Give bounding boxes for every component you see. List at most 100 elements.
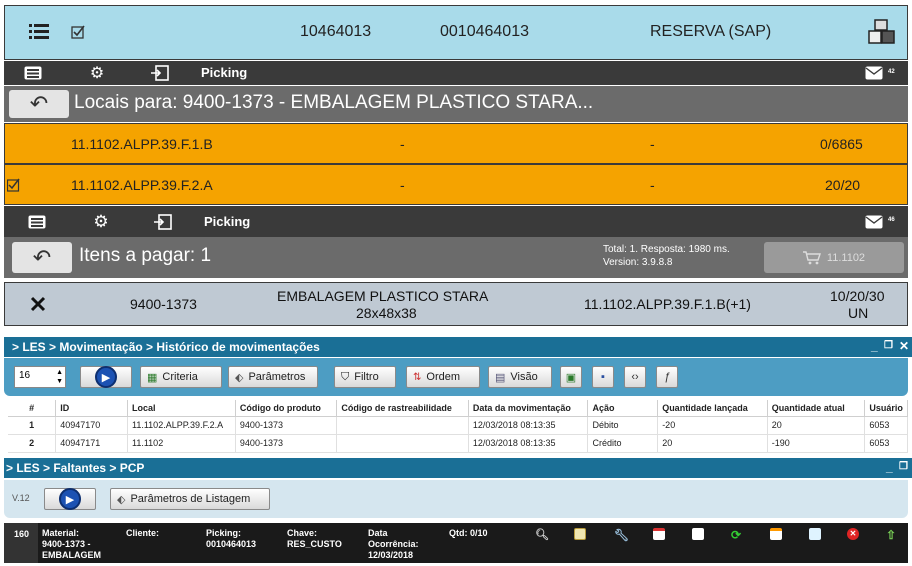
checkbox-icon[interactable]	[71, 24, 87, 40]
material-value: 9400-1373 -	[42, 539, 91, 549]
save-icon[interactable]: ▪	[592, 366, 614, 388]
cell: 12/03/2018 08:13:35	[468, 416, 589, 435]
code-icon[interactable]: ‹›	[624, 366, 646, 388]
cell: 6053	[864, 434, 908, 453]
column-header[interactable]: Ação	[587, 400, 659, 417]
edit-icon[interactable]	[574, 528, 586, 540]
column-header[interactable]: Código de rastreabilidade	[336, 400, 469, 417]
checked-icon[interactable]	[6, 178, 21, 192]
spinner-arrows-icon[interactable]: ▲ ▼	[56, 368, 63, 386]
report-icon[interactable]	[809, 528, 821, 540]
gear-icon[interactable]: ⚙	[86, 61, 108, 85]
ocorrencia-label: Ocorrência:	[368, 539, 419, 549]
column-header[interactable]: Local	[127, 400, 236, 417]
ordem-label: Ordem	[426, 371, 461, 383]
locais-header: ↶ Locais para: 9400-1373 - EMBALAGEM PLA…	[4, 86, 908, 122]
exit-icon[interactable]	[149, 61, 171, 85]
column-header[interactable]: Código do produto	[235, 400, 338, 417]
column-header[interactable]: ID	[55, 400, 128, 417]
location-row[interactable]: 11.1102.ALPP.39.F.2.A - - 20/20	[4, 164, 908, 205]
cell: 9400-1373	[235, 416, 338, 435]
picking-label: Picking	[201, 65, 248, 80]
back-button[interactable]: ↶	[9, 90, 69, 118]
visao-button[interactable]: ▤ Visão	[488, 366, 552, 388]
location-code: 11.1102.ALPP.39.F.1.B	[71, 136, 213, 152]
list-menu-icon[interactable]	[29, 23, 49, 41]
table-row[interactable]: 1 40947170 11.1102.ALPP.39.F.2.A 9400-13…	[8, 416, 908, 435]
list-icon[interactable]	[22, 61, 44, 85]
table-row[interactable]: 2 40947171 11.1102 9400-1373 12/03/2018 …	[8, 434, 908, 453]
schedule-icon[interactable]	[770, 528, 782, 540]
itens-title: Itens a pagar: 1	[79, 245, 212, 266]
filter-icon: ⛉	[341, 370, 350, 383]
page-size-spinner[interactable]: 16 ▲ ▼	[14, 366, 66, 388]
column-header[interactable]: Data da movimentação	[468, 400, 589, 417]
minimize-icon[interactable]: _	[871, 339, 878, 353]
upload-icon[interactable]: ⇧	[886, 528, 898, 542]
app-version: Version: 3.9.8.8	[603, 257, 673, 268]
function-icon[interactable]: ƒ	[656, 366, 678, 388]
top-bar: 10464013 0010464013 RESERVA (SAP)	[4, 5, 908, 60]
mail-badge: 46	[888, 217, 895, 223]
calendar-icon[interactable]	[653, 528, 665, 540]
cart-button[interactable]: 11.1102	[764, 242, 904, 273]
data-label: Data	[368, 528, 388, 538]
close-icon[interactable]: ✕	[899, 339, 909, 353]
parametros-listagem-button[interactable]: ⬖ Parâmetros de Listagem	[110, 488, 270, 510]
item-dimensions: 28x48x38	[356, 305, 417, 321]
export-excel-icon[interactable]: ▣	[560, 366, 582, 388]
back-button[interactable]: ↶	[12, 242, 72, 273]
history-table: # ID Local Código do produto Código de r…	[8, 400, 908, 453]
run-button[interactable]: ▶	[80, 366, 132, 388]
grid-icon: ▦	[147, 371, 158, 384]
itens-header: ↶ Itens a pagar: 1 Total: 1. Resposta: 1…	[4, 237, 908, 278]
item-row[interactable]: 9400-1373 EMBALAGEM PLASTICO STARA 28x48…	[4, 282, 908, 326]
cancel-icon[interactable]: ✕	[847, 528, 859, 540]
ordem-button[interactable]: ⇅ Ordem	[406, 366, 480, 388]
column-header[interactable]: Quantidade atual	[767, 400, 866, 417]
reserva-label: RESERVA (SAP)	[650, 23, 772, 40]
list-icon[interactable]	[26, 206, 48, 237]
restore-icon[interactable]: ❐	[884, 340, 893, 351]
boxes-icon[interactable]	[867, 18, 897, 48]
restore-icon[interactable]: ❐	[899, 461, 908, 472]
criteria-button[interactable]: ▦ Criteria	[140, 366, 222, 388]
search-icon[interactable]: 🔍︎	[535, 528, 549, 541]
table-header-row: # ID Local Código do produto Código de r…	[8, 400, 908, 417]
parametros-button[interactable]: ⬖ Parâmetros	[228, 366, 318, 388]
exit-icon[interactable]	[152, 206, 174, 237]
run-button[interactable]: ▶	[44, 488, 96, 510]
item-description: EMBALAGEM PLASTICO STARA	[277, 288, 489, 304]
location-qty: 0/6865	[820, 136, 863, 152]
version-label: V.12	[12, 493, 30, 503]
cliente-label: Cliente:	[126, 528, 160, 538]
location-qty: 20/20	[825, 177, 861, 193]
faltantes-row[interactable]: 160 Material: 9400-1373 - EMBALAGEM Clie…	[4, 523, 908, 563]
visao-label: Visão	[510, 371, 538, 383]
refresh-icon[interactable]: ⟳	[731, 528, 743, 542]
remove-icon[interactable]	[29, 295, 47, 313]
cell: -20	[657, 416, 768, 435]
sort-icon: ⇅	[413, 371, 422, 383]
location-row[interactable]: 11.1102.ALPP.39.F.1.B - - 0/6865	[4, 123, 908, 164]
play-icon: ▶	[95, 366, 117, 388]
location-col2: -	[400, 177, 405, 193]
filtro-label: Filtro	[354, 371, 379, 383]
les-faltantes-header: > LES > Faltantes > PCP _ ❐	[4, 458, 912, 478]
page-size-value: 16	[19, 370, 31, 381]
cell: 20	[657, 434, 768, 453]
filtro-button[interactable]: ⛉ Filtro	[334, 366, 396, 388]
column-header[interactable]: Quantidade lançada	[657, 400, 768, 417]
minimize-icon[interactable]: _	[886, 460, 893, 474]
cell	[336, 416, 469, 435]
mail-icon[interactable]	[864, 61, 884, 85]
column-header[interactable]: #	[8, 400, 57, 417]
document-icon[interactable]	[692, 528, 704, 540]
mail-icon[interactable]	[864, 206, 884, 237]
gear-icon[interactable]: ⚙	[90, 206, 112, 237]
wrench-icon[interactable]: 🔧︎	[614, 528, 629, 542]
item-location: 11.1102.ALPP.39.F.1.B(+1)	[584, 296, 751, 312]
column-header[interactable]: Usuário	[864, 400, 908, 417]
material-value-2: EMBALAGEM	[42, 550, 101, 560]
back-arrow-icon: ↶	[29, 91, 49, 116]
